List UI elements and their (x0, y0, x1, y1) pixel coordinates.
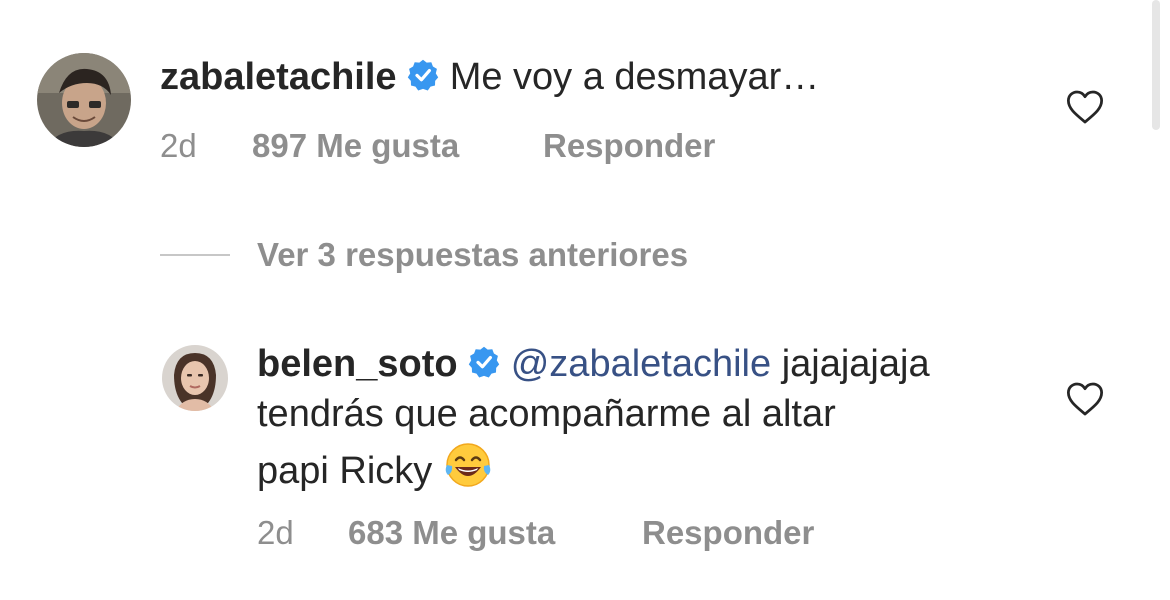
comment-age: 2d (160, 127, 197, 164)
comment-username[interactable]: belen_soto (257, 343, 458, 385)
comment-body-line3: papi Ricky (257, 450, 433, 492)
verified-badge-icon (468, 345, 500, 388)
view-replies-label: Ver 3 respuestas anteriores (257, 236, 689, 273)
reply-button[interactable]: Responder (543, 127, 715, 165)
comments-panel: zabaletachile Me voy a desmayar… 2d 897 … (0, 0, 1170, 600)
comment-body-line2: tendrás que acompañarme al altar (257, 393, 836, 435)
like-heart-icon[interactable] (1066, 89, 1104, 130)
comment-body-line1: jajajajaja (781, 343, 930, 385)
comment-username[interactable]: zabaletachile (160, 56, 397, 98)
avatar[interactable] (162, 345, 228, 411)
comment-body: Me voy a desmayar… (449, 56, 820, 98)
divider (160, 254, 230, 256)
scrollbar[interactable] (1152, 0, 1160, 130)
comment-age: 2d (257, 514, 294, 551)
comment-text: belen_soto @zabaletachile jajajajaja (257, 343, 930, 388)
like-heart-icon[interactable] (1066, 381, 1104, 422)
avatar[interactable] (37, 53, 131, 147)
likes-count[interactable]: 897 Me gusta (252, 127, 459, 165)
likes-count[interactable]: 683 Me gusta (348, 514, 555, 552)
mention-link[interactable]: @zabaletachile (511, 343, 771, 385)
comment-text: zabaletachile Me voy a desmayar… (160, 56, 819, 101)
verified-badge-icon (407, 58, 439, 101)
reply-button[interactable]: Responder (642, 514, 814, 552)
tears-of-joy-emoji-icon (443, 441, 493, 501)
comment-text-line3: papi Ricky (257, 441, 493, 501)
